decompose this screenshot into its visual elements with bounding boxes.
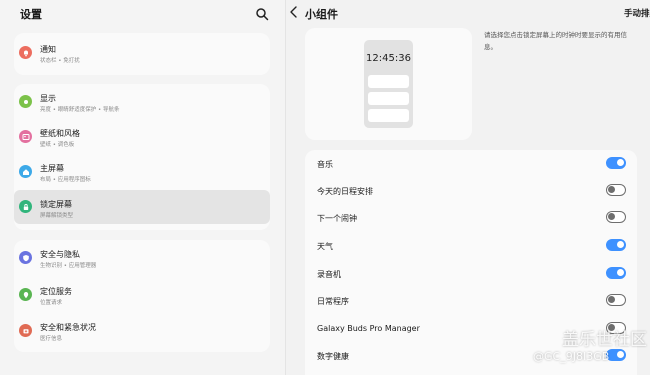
toggle-knob <box>608 186 615 193</box>
settings-item-safety-emergency[interactable]: 安全和紧急状况 医疗信息 <box>14 316 270 348</box>
toggle-knob <box>617 241 624 248</box>
widget-label: 天气 <box>317 242 333 251</box>
location-pin-icon <box>19 288 32 301</box>
pane-divider <box>285 0 286 375</box>
settings-item-lock-screen[interactable]: 锁定屏幕 屏幕解锁类型 <box>14 190 270 224</box>
settings-group: 通知 状态栏 • 免打扰 <box>14 33 270 75</box>
widget-toggle[interactable] <box>606 267 626 279</box>
widget-toggle[interactable] <box>606 294 626 306</box>
settings-item-sublabel: 布局 • 应用程序图标 <box>40 177 91 183</box>
home-icon <box>19 165 32 178</box>
lockscreen-preview: 12:45:36 <box>305 28 472 140</box>
widget-label: 数字健康 <box>317 352 349 361</box>
settings-header: 设置 <box>20 6 270 26</box>
preview-widget-slot <box>368 75 409 88</box>
widget-row-routines[interactable]: 日常程序 <box>305 288 637 315</box>
manual-sort-button[interactable]: 手动排序 <box>624 7 650 19</box>
settings-item-home-screen[interactable]: 主屏幕 布局 • 应用程序图标 <box>14 157 270 189</box>
settings-item-wallpaper[interactable]: 壁纸和风格 壁纸 • 调色板 <box>14 122 270 154</box>
settings-item-label: 定位服务 <box>40 287 72 296</box>
preview-widget-slot <box>368 109 409 122</box>
preview-clock: 12:45:36 <box>366 53 411 64</box>
settings-item-sublabel: 生物识别 • 应用管理器 <box>40 263 97 269</box>
shield-icon <box>19 251 32 264</box>
widget-label: 今天的日程安排 <box>317 187 373 196</box>
widget-row-next-alarm[interactable]: 下一个闹钟 <box>305 205 637 232</box>
image-icon <box>19 130 32 143</box>
settings-group: 显示 亮度 • 眼睛舒适度保护 • 导航条 壁纸和风格 壁纸 • 调色板 主屏幕… <box>14 84 270 230</box>
settings-pane: 设置 通知 状态栏 • 免打扰 显示 亮度 • 眼睛舒适度保护 • 导航条 壁纸… <box>0 0 285 375</box>
widget-label: 下一个闹钟 <box>317 214 357 223</box>
settings-item-label: 通知 <box>40 45 56 54</box>
back-button[interactable] <box>288 4 300 18</box>
widget-label: 日常程序 <box>317 297 349 306</box>
settings-item-label: 锁定屏幕 <box>40 200 72 209</box>
settings-item-label: 主屏幕 <box>40 164 64 173</box>
toggle-knob <box>608 296 615 303</box>
settings-item-location[interactable]: 定位服务 位置请求 <box>14 280 270 312</box>
settings-item-sublabel: 亮度 • 眼睛舒适度保护 • 导航条 <box>40 107 120 113</box>
widgets-description: 请选择您点击锁定屏幕上的时钟时要显示的有用信息。 <box>484 31 627 51</box>
widget-toggle[interactable] <box>606 184 626 196</box>
phone-preview: 12:45:36 <box>364 40 413 128</box>
widget-toggle[interactable] <box>606 239 626 251</box>
widgets-header: 小组件 手动排序 <box>286 0 650 24</box>
settings-item-sublabel: 状态栏 • 免打扰 <box>40 58 80 64</box>
settings-item-label: 安全和紧急状况 <box>40 323 96 332</box>
widget-toggle[interactable] <box>606 157 626 169</box>
toggle-knob <box>617 269 624 276</box>
lock-icon <box>19 200 32 213</box>
widget-label: Galaxy Buds Pro Manager <box>317 324 420 333</box>
toggle-knob <box>608 213 615 220</box>
widget-label: 录音机 <box>317 270 341 279</box>
settings-item-label: 壁纸和风格 <box>40 129 80 138</box>
settings-item-sublabel: 医疗信息 <box>40 336 63 342</box>
settings-group: 安全与隐私 生物识别 • 应用管理器 定位服务 位置请求 安全和紧急状况 医疗信… <box>14 240 270 352</box>
settings-item-label: 显示 <box>40 94 56 103</box>
toggle-knob <box>617 159 624 166</box>
widget-row-today-schedule[interactable]: 今天的日程安排 <box>305 178 637 205</box>
widget-toggle[interactable] <box>606 211 626 223</box>
widget-row-music[interactable]: 音乐 <box>305 151 637 178</box>
widget-label: 音乐 <box>317 160 333 169</box>
settings-item-security-privacy[interactable]: 安全与隐私 生物识别 • 应用管理器 <box>14 243 270 275</box>
chevron-left-icon <box>290 6 297 18</box>
settings-item-notifications[interactable]: 通知 状态栏 • 免打扰 <box>14 38 270 70</box>
search-button[interactable] <box>255 6 269 21</box>
settings-item-label: 安全与隐私 <box>40 250 80 259</box>
settings-item-sublabel: 壁纸 • 调色板 <box>40 142 75 148</box>
widget-row-voice-recorder[interactable]: 录音机 <box>305 261 637 288</box>
settings-item-display[interactable]: 显示 亮度 • 眼睛舒适度保护 • 导航条 <box>14 87 270 119</box>
watermark-handle: @GC_9J8I3GB <box>533 350 610 363</box>
preview-widget-slot <box>368 92 409 105</box>
widget-row-weather[interactable]: 天气 <box>305 233 637 260</box>
sun-icon <box>19 95 32 108</box>
watermark-logo: 盖乐世社区 <box>562 330 647 350</box>
toggle-knob <box>617 351 624 358</box>
emergency-icon <box>19 324 32 337</box>
page-title: 小组件 <box>305 8 338 21</box>
settings-item-sublabel: 位置请求 <box>40 300 63 306</box>
bell-icon <box>19 46 32 59</box>
settings-title: 设置 <box>20 8 42 21</box>
search-icon <box>256 8 269 21</box>
settings-item-sublabel: 屏幕解锁类型 <box>40 213 74 219</box>
